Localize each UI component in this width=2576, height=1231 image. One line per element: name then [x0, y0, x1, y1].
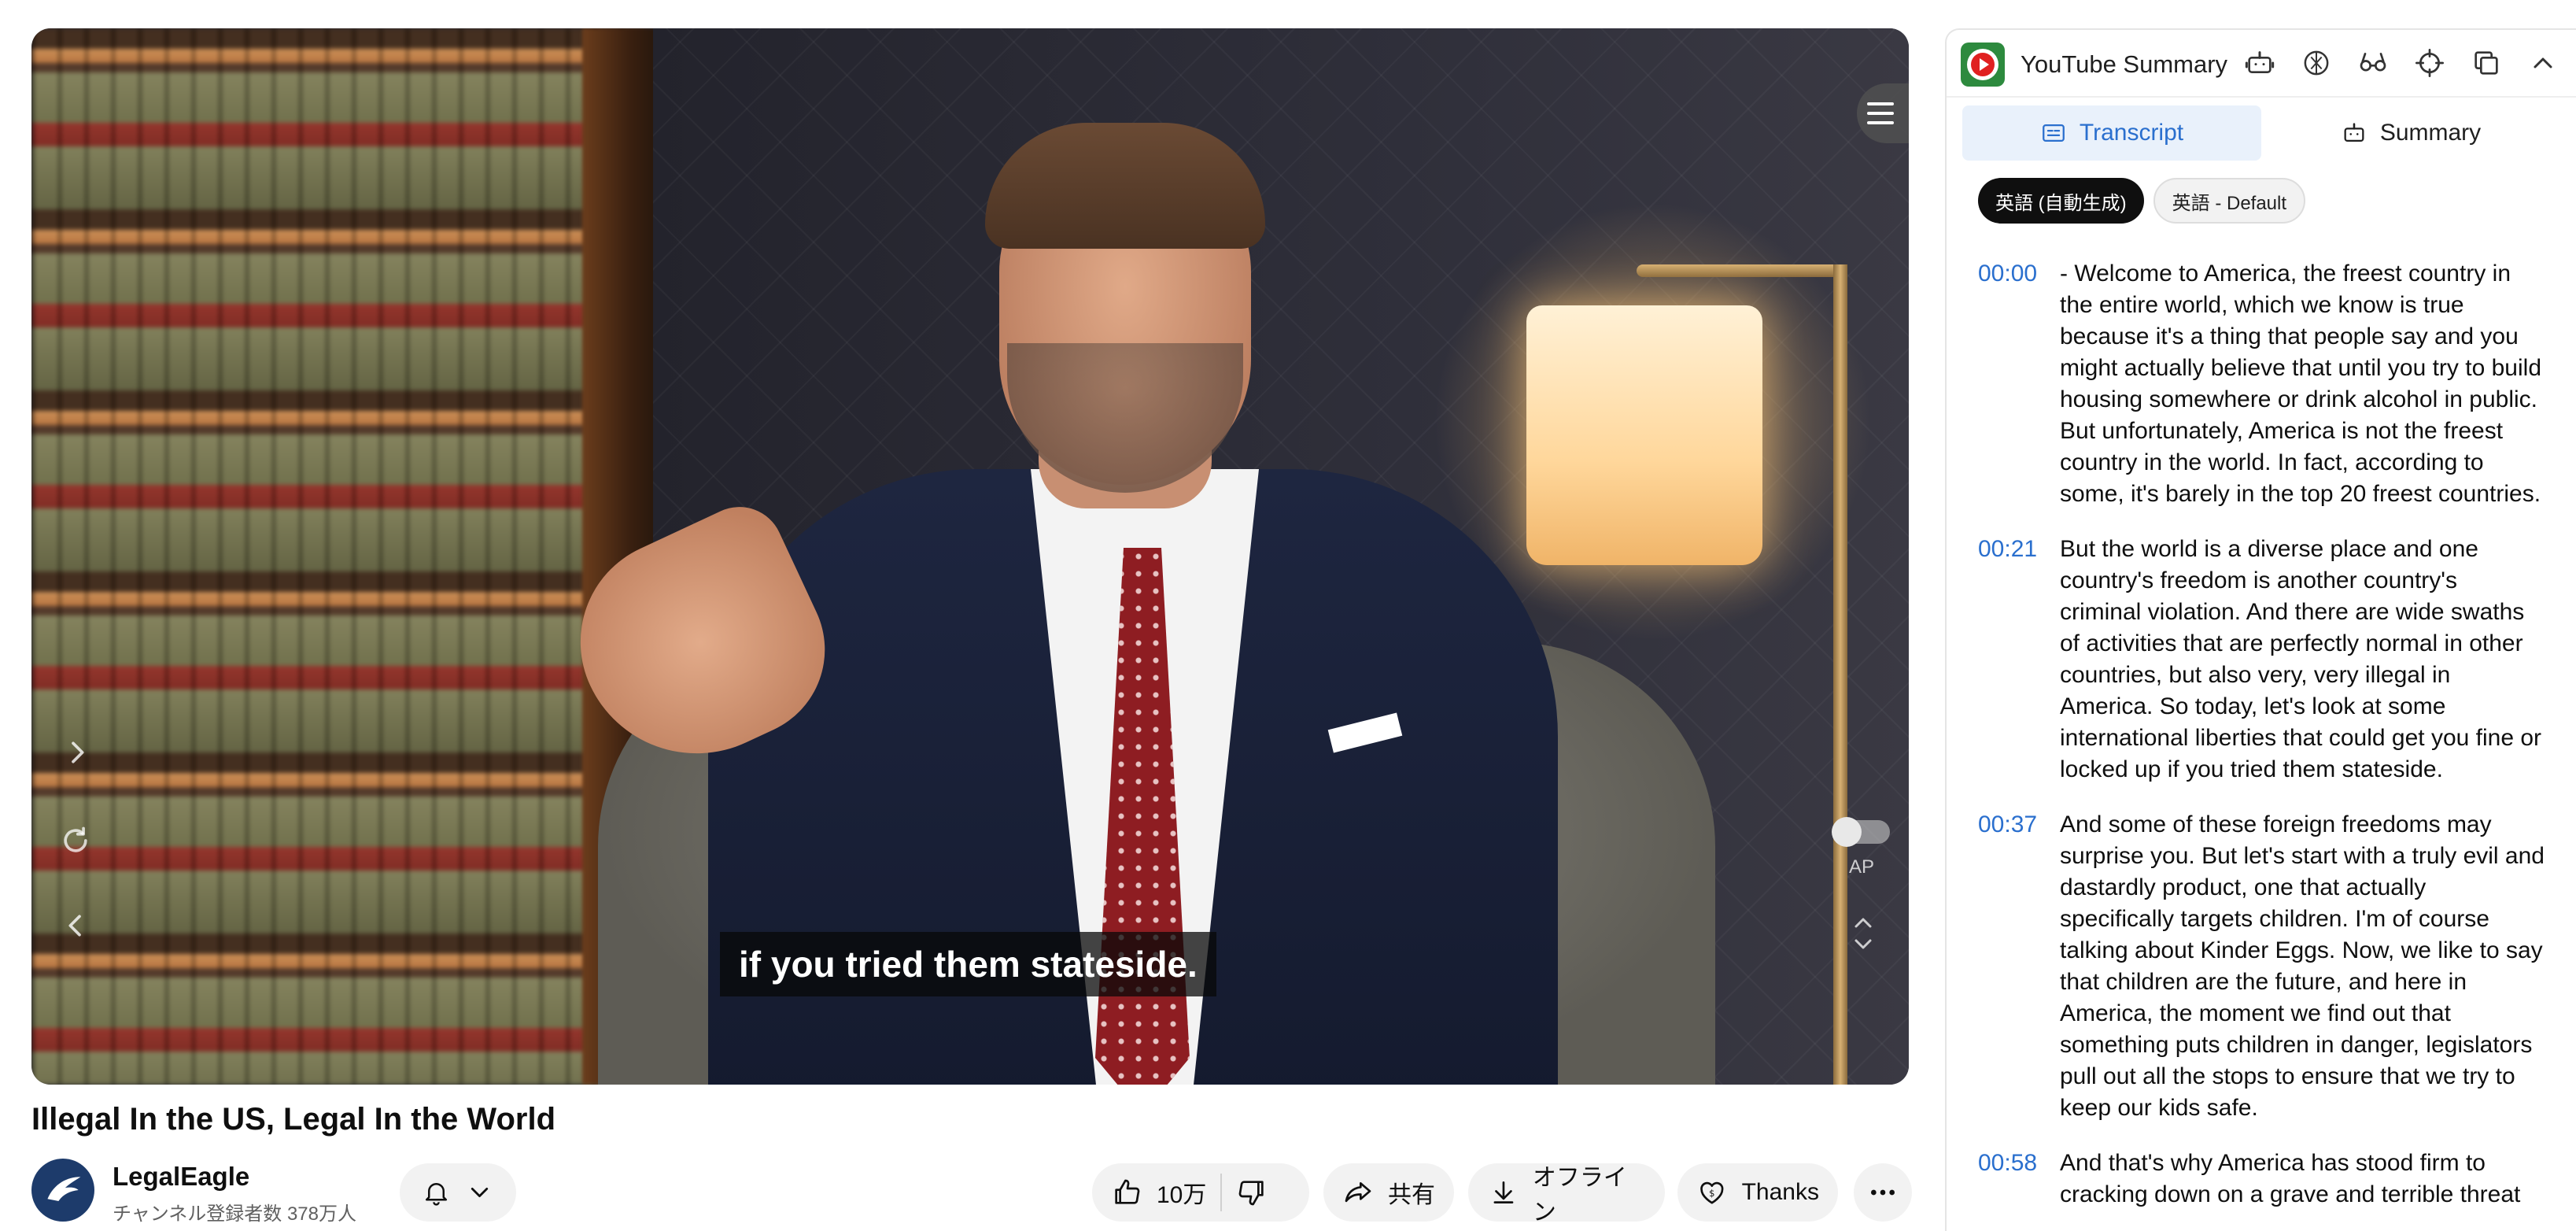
openai-icon[interactable]: [2299, 46, 2334, 80]
thumbs-down-icon[interactable]: [1236, 1177, 1268, 1208]
chevron-down-icon: [471, 1187, 489, 1198]
language-chip-auto[interactable]: 英語 (自動生成): [1978, 178, 2144, 224]
transcript-text: - Welcome to America, the freest country…: [2060, 261, 2541, 507]
autoplay-toggle[interactable]: [1832, 817, 1890, 847]
panel-toolbar: [2242, 46, 2560, 80]
lamp: [1526, 305, 1762, 565]
tab-summary-label: Summary: [2379, 120, 2482, 146]
channel-name[interactable]: LegalEagle: [113, 1162, 249, 1192]
panel-tabs: Transcript Summary: [1962, 105, 2560, 161]
youtube-summary-panel: YouTube Summary Transcript Summary 英語 (自…: [1945, 28, 2576, 1231]
crosshair-icon[interactable]: [2412, 46, 2447, 80]
subtitle-caption: if you tried them stateside.: [720, 932, 1216, 996]
transcript-text: But the world is a diverse place and one…: [2060, 536, 2542, 782]
tab-summary[interactable]: Summary: [2261, 105, 2560, 161]
tab-transcript[interactable]: Transcript: [1962, 105, 2261, 161]
share-label: 共有: [1388, 1182, 1435, 1208]
panel-title: YouTube Summary: [2021, 50, 2228, 78]
expand-collapse-icon[interactable]: [1849, 915, 1877, 959]
super-thanks-heart-icon: $: [1700, 1181, 1724, 1204]
robot-icon[interactable]: [2242, 46, 2277, 80]
transcript-list[interactable]: 00:00 - Welcome to America, the freest c…: [1978, 258, 2545, 1231]
timestamp-link[interactable]: 00:21: [1978, 534, 2060, 786]
thanks-label: Thanks: [1741, 1179, 1819, 1205]
language-selector: 英語 (自動生成) 英語 - Default: [1978, 178, 2306, 224]
eagle-logo-icon: [47, 1177, 81, 1201]
video-frame: [31, 28, 1909, 1085]
chevron-right-icon[interactable]: [61, 737, 93, 774]
robot-icon: [2344, 123, 2364, 142]
offline-label: オフライン: [1532, 1165, 1627, 1225]
youtube-summary-logo-icon: [1961, 43, 2005, 87]
like-dislike-group: 10万: [1092, 1163, 1309, 1222]
timestamp-link[interactable]: 00:37: [1978, 809, 2060, 1124]
page-root: AP if you tried them stateside. Illegal …: [0, 0, 2576, 1231]
hamburger-icon: [1867, 99, 1894, 128]
download-icon: [1493, 1181, 1514, 1203]
transcript-entry: 00:58 And that's why America has stood f…: [1978, 1148, 2545, 1211]
timestamp-link[interactable]: 00:58: [1978, 1148, 2060, 1211]
thumbs-up-icon[interactable]: [1111, 1177, 1142, 1208]
tab-transcript-label: Transcript: [2079, 120, 2184, 146]
subscriber-count: チャンネル登録者数 378万人: [113, 1203, 356, 1225]
copy-icon[interactable]: [2469, 46, 2504, 80]
player-menu-button[interactable]: [1857, 83, 1909, 143]
offline-download-button[interactable]: オフライン: [1468, 1163, 1665, 1225]
transcript-text: And some of these foreign freedoms may s…: [2060, 811, 2545, 1121]
transcript-entry: 00:00 - Welcome to America, the freest c…: [1978, 258, 2545, 510]
chevron-up-icon[interactable]: [2526, 46, 2560, 80]
video-player[interactable]: AP if you tried them stateside.: [31, 28, 1909, 1085]
transcript-icon: [2042, 124, 2065, 142]
timestamp-link[interactable]: 00:00: [1978, 258, 2060, 510]
share-button[interactable]: 共有: [1323, 1163, 1454, 1222]
transcript-entry: 00:37 And some of these foreign freedoms…: [1978, 809, 2545, 1124]
language-chip-default[interactable]: 英語 - Default: [2153, 178, 2306, 224]
thanks-button[interactable]: $ Thanks: [1677, 1163, 1838, 1222]
notification-button[interactable]: [400, 1163, 516, 1222]
more-horizontal-icon: [1871, 1189, 1895, 1196]
bell-icon: [425, 1182, 448, 1206]
channel-avatar[interactable]: [31, 1159, 94, 1222]
transcript-entry: 00:21 But the world is a diverse place a…: [1978, 534, 2545, 786]
autoplay-label: AP: [1849, 856, 1875, 878]
chevron-left-icon[interactable]: [60, 910, 91, 948]
divider: [1220, 1174, 1223, 1211]
video-title: Illegal In the US, Legal In the World: [31, 1102, 555, 1137]
transcript-text: And that's why America has stood firm to…: [2060, 1150, 2521, 1207]
share-icon: [1345, 1182, 1371, 1203]
svg-text:$: $: [1709, 1188, 1714, 1199]
glasses-icon[interactable]: [2356, 46, 2390, 80]
like-count[interactable]: 10万: [1157, 1175, 1206, 1210]
bookshelf-background: [31, 28, 645, 1085]
panel-header: YouTube Summary: [1947, 30, 2576, 98]
refresh-icon[interactable]: [58, 823, 93, 864]
more-actions-button[interactable]: [1854, 1163, 1912, 1222]
